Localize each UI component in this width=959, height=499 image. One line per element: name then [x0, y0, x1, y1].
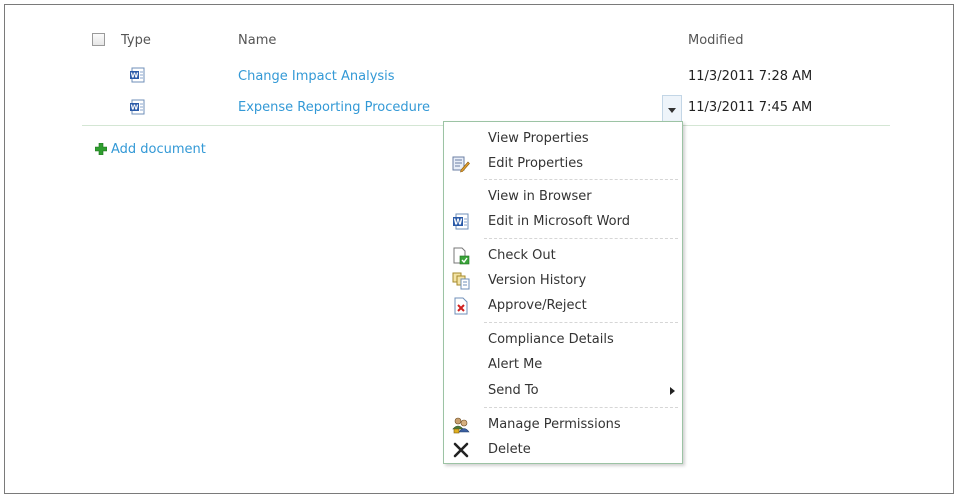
- menu-item-edit-properties[interactable]: Edit Properties: [444, 152, 682, 176]
- delete-icon: [453, 442, 469, 458]
- svg-text:W: W: [131, 104, 139, 112]
- menu-item-label: Send To: [488, 383, 539, 398]
- menu-item-label: View Properties: [488, 131, 589, 146]
- approve-reject-icon: [454, 297, 468, 315]
- select-all-checkbox[interactable]: [92, 33, 105, 46]
- menu-item-label: Alert Me: [488, 357, 543, 372]
- svg-text:W: W: [454, 218, 463, 227]
- menu-item-label: Version History: [488, 273, 587, 288]
- table-row: W: [129, 67, 145, 87]
- menu-item-manage-permissions[interactable]: Manage Permissions: [444, 413, 682, 437]
- check-out-icon: [453, 247, 470, 265]
- word-doc-icon[interactable]: W: [129, 99, 145, 115]
- menu-item-compliance-details[interactable]: Compliance Details: [444, 328, 682, 352]
- svg-text:W: W: [131, 72, 139, 80]
- menu-item-label: Check Out: [488, 248, 556, 263]
- menu-item-view-properties[interactable]: View Properties: [444, 127, 682, 151]
- modified-date: 11/3/2011 7:45 AM: [688, 100, 813, 115]
- item-menu-dropdown-button[interactable]: [662, 95, 682, 122]
- modified-date: 11/3/2011 7:28 AM: [688, 69, 813, 84]
- menu-item-alert-me[interactable]: Alert Me: [444, 353, 682, 377]
- word-doc-icon: W: [453, 213, 469, 230]
- menu-item-view-in-browser[interactable]: View in Browser: [444, 185, 682, 209]
- chevron-right-icon: [670, 387, 675, 395]
- menu-separator: [484, 238, 678, 239]
- column-header-type[interactable]: Type: [121, 33, 151, 48]
- menu-item-label: Edit in Microsoft Word: [488, 214, 630, 229]
- document-link-change-impact-analysis[interactable]: Change Impact Analysis: [238, 69, 395, 84]
- menu-separator: [484, 322, 678, 323]
- version-history-icon: [452, 272, 470, 290]
- menu-item-delete[interactable]: Delete: [444, 438, 682, 462]
- add-document-label[interactable]: Add document: [111, 142, 206, 157]
- menu-separator: [484, 407, 678, 408]
- column-header-modified[interactable]: Modified: [688, 33, 743, 48]
- word-doc-icon[interactable]: W: [129, 67, 145, 83]
- table-row: W: [129, 99, 145, 119]
- menu-item-label: View in Browser: [488, 189, 592, 204]
- edit-properties-icon: [452, 156, 470, 173]
- menu-item-label: Delete: [488, 442, 531, 457]
- menu-item-label: Approve/Reject: [488, 298, 587, 313]
- menu-item-label: Compliance Details: [488, 332, 614, 347]
- column-header-name[interactable]: Name: [238, 33, 276, 48]
- plus-icon: [95, 143, 107, 155]
- menu-item-edit-in-microsoft-word[interactable]: W Edit in Microsoft Word: [444, 210, 682, 234]
- manage-permissions-icon: [452, 417, 470, 434]
- menu-item-approve-reject[interactable]: Approve/Reject: [444, 294, 682, 318]
- menu-item-version-history[interactable]: Version History: [444, 269, 682, 293]
- chevron-down-icon: [668, 108, 676, 113]
- menu-item-label: Edit Properties: [488, 156, 584, 171]
- item-context-menu: View Properties Edit Properties View in …: [443, 121, 683, 464]
- document-link-expense-reporting-procedure[interactable]: Expense Reporting Procedure: [238, 100, 430, 115]
- menu-item-send-to[interactable]: Send To: [444, 379, 682, 403]
- menu-separator: [484, 179, 678, 180]
- menu-item-check-out[interactable]: Check Out: [444, 244, 682, 268]
- menu-item-label: Manage Permissions: [488, 417, 621, 432]
